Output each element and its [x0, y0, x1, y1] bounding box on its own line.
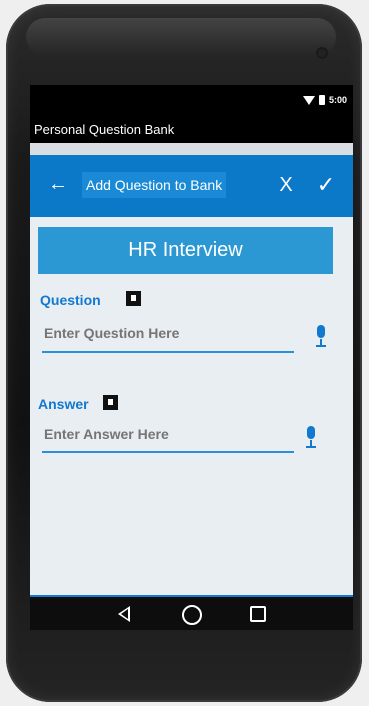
note-icon[interactable]: [126, 291, 141, 306]
status-clock: 5:00: [328, 95, 347, 105]
status-indicators: 5:00: [302, 95, 347, 105]
arrow-left-icon: ←: [48, 173, 68, 195]
page-background: 5:00 Personal Question Bank ← Add Questi…: [0, 0, 369, 706]
triangle-back-icon-inner: [121, 609, 128, 619]
answer-label: Answer: [38, 396, 89, 412]
toolbar: ← Add Question to Bank X ✓: [30, 155, 353, 217]
phone-glare: [26, 18, 336, 56]
note-icon[interactable]: [103, 395, 118, 410]
app-title: Personal Question Bank: [34, 117, 348, 143]
battery-icon: [318, 95, 325, 105]
circle-home-icon[interactable]: [182, 605, 202, 625]
divider-strip: [30, 143, 353, 155]
check-icon: ✓: [316, 172, 336, 197]
wifi-icon: [302, 95, 315, 105]
status-bar: 5:00: [30, 85, 353, 117]
back-button[interactable]: ←: [44, 170, 72, 198]
question-label: Question: [40, 292, 101, 308]
camera-icon: [318, 49, 326, 57]
category-banner[interactable]: HR Interview: [38, 227, 333, 274]
microphone-icon[interactable]: [313, 325, 329, 349]
toolbar-title: Add Question to Bank: [82, 172, 227, 198]
form-content: HR Interview Question Answer: [30, 217, 353, 595]
microphone-icon[interactable]: [303, 426, 319, 450]
answer-input[interactable]: [42, 421, 296, 447]
navigation-bar: [30, 595, 353, 630]
close-button[interactable]: X: [272, 169, 300, 201]
question-underline: [42, 351, 294, 353]
device-screen: 5:00 Personal Question Bank ← Add Questi…: [30, 85, 353, 630]
square-recents-icon[interactable]: [250, 606, 266, 622]
answer-underline: [42, 451, 294, 453]
question-input[interactable]: [42, 320, 296, 346]
confirm-button[interactable]: ✓: [310, 169, 342, 201]
